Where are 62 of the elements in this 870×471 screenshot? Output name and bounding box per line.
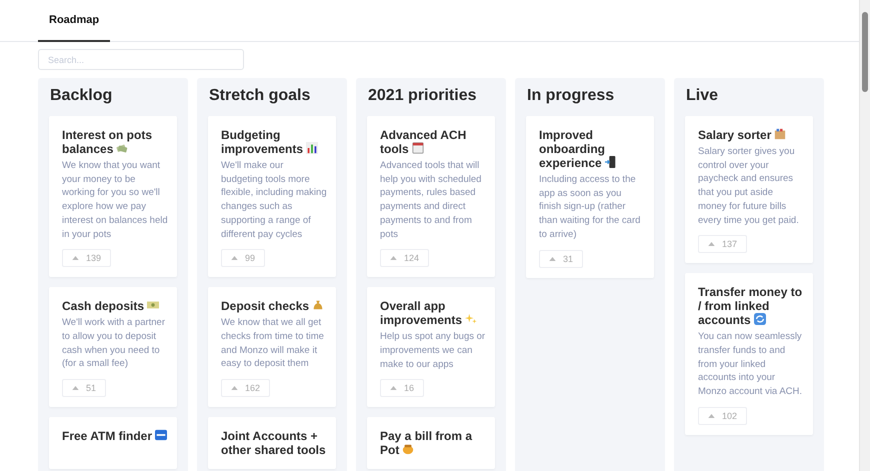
- feature-card[interactable]: Joint Accounts + other shared tools: [208, 417, 336, 470]
- card-title: Budgeting improvements: [221, 128, 327, 156]
- sparkles-icon: [465, 313, 478, 326]
- card-title: Cash deposits: [62, 299, 168, 314]
- card-title: Pay a bill from a Pot: [380, 429, 474, 458]
- card-title: Deposit checks: [221, 299, 327, 314]
- card-title: Interest on pots balances: [62, 128, 154, 156]
- caret-up-icon: [72, 256, 79, 260]
- honey-pot-icon: [402, 443, 414, 456]
- atm-icon: [155, 429, 168, 442]
- caret-up-icon: [390, 256, 397, 260]
- card-description: Salary sorter gives you control over your paycheck and ensures that you put aside money for future bills every time you get paid.: [698, 145, 800, 228]
- feature-card[interactable]: Overall app improvements Help us spot any bugs or improvements we can make to our apps 16: [367, 287, 495, 408]
- feature-card[interactable]: Free ATM finder: [49, 417, 177, 470]
- banknote-icon: [147, 299, 160, 312]
- feature-card[interactable]: Deposit checks We know that we all get checks from time to time and Monzo will make it easy to deposit them 162: [208, 287, 336, 408]
- column-title: Backlog: [50, 87, 114, 105]
- roadmap-tab[interactable]: Roadmap: [38, 0, 110, 42]
- card-description: You can now seamlessly transfer funds to and from your linked accounts into your Monzo account via ACH.: [698, 330, 804, 399]
- caret-up-icon: [708, 242, 715, 246]
- card-description: We know that we all get checks from time to time and Monzo will make it easy to deposit them: [221, 316, 325, 372]
- card-title: Improved onboarding experience: [539, 128, 645, 170]
- card-description: Advanced tools that will help you with scheduled payments, rules based payments and direct payments to and from pots: [380, 159, 482, 242]
- column-title: Live: [686, 87, 720, 105]
- caret-up-icon: [708, 414, 715, 418]
- card-description: Help us spot any bugs or improvements we can make to our apps: [380, 330, 486, 372]
- feature-card[interactable]: Improved onboarding experience Including access to the app as soon as you finish sign-up (rather than waiting for the card to arrive) 31: [526, 116, 654, 278]
- feature-card[interactable]: Pay a bill from a Pot: [367, 417, 495, 470]
- caret-up-icon: [549, 256, 556, 261]
- money-bag-icon: [312, 299, 324, 312]
- card-description: We'll work with a partner to allow you to deposit cash when you need to (for a small fee): [62, 316, 166, 372]
- refresh-icon: [754, 313, 766, 326]
- feature-card[interactable]: Cash deposits We'll work with a partner to allow you to deposit cash when you need to (for a small fee) 51: [49, 287, 177, 408]
- search-field[interactable]: Search...: [38, 49, 244, 70]
- caret-up-icon: [390, 386, 397, 390]
- feature-card[interactable]: Salary sorter Salary sorter gives you control over your paycheck and ensures that you put aside money for future bills every time you get paid. 137: [685, 116, 813, 264]
- caret-up-icon: [72, 386, 79, 390]
- column-title: Stretch goals: [209, 87, 312, 105]
- phone-icon: [604, 156, 617, 168]
- card-title: Free ATM finder: [62, 429, 168, 444]
- caret-up-icon: [231, 256, 238, 260]
- scrollbar[interactable]: [859, 0, 870, 471]
- card-description: We know that you want your money to be working for you so we'll explore how we pay interest on balances held in your pots: [62, 159, 168, 242]
- card-title: Salary sorter: [698, 128, 804, 142]
- calendar-icon: [412, 142, 424, 154]
- feature-card[interactable]: Interest on pots balances We know that you want your money to be working for you so we'll explore how we pay interest on balances held in your pots 139: [49, 116, 177, 278]
- card-description: Including access to the app as soon as you finish sign-up (rather than waiting for the card to arrive): [539, 173, 642, 242]
- column-title: 2021 priorities: [368, 87, 478, 105]
- caret-up-icon: [231, 386, 238, 390]
- card-title: Joint Accounts + other shared tools: [221, 429, 327, 458]
- feature-card[interactable]: Advanced ACH tools Advanced tools that will help you with scheduled payments, rules based payments and direct payments to and from pots 124: [367, 116, 495, 278]
- box-icon: [774, 128, 786, 140]
- column-title: In progress: [527, 87, 616, 105]
- card-title: Advanced ACH tools: [380, 128, 468, 156]
- scrollbar-thumb[interactable]: [862, 12, 868, 92]
- feature-card[interactable]: Budgeting improvements We'll make our budgeting tools more flexible, including making changes such as supporting a range of different pay cycles 99: [208, 116, 336, 278]
- money-icon: [116, 142, 128, 154]
- feature-card[interactable]: Transfer money to / from linked accounts You can now seamlessly transfer funds to and from your linked accounts into your Monzo account via ACH. 102: [685, 273, 813, 435]
- card-title: Transfer money to / from linked accounts: [698, 285, 804, 328]
- card-title: Overall app improvements: [380, 299, 486, 328]
- bar-chart-icon: [306, 142, 318, 154]
- card-description: We'll make our budgeting tools more flexible, including making changes such as supporting a range of different pay cycles: [221, 159, 327, 242]
